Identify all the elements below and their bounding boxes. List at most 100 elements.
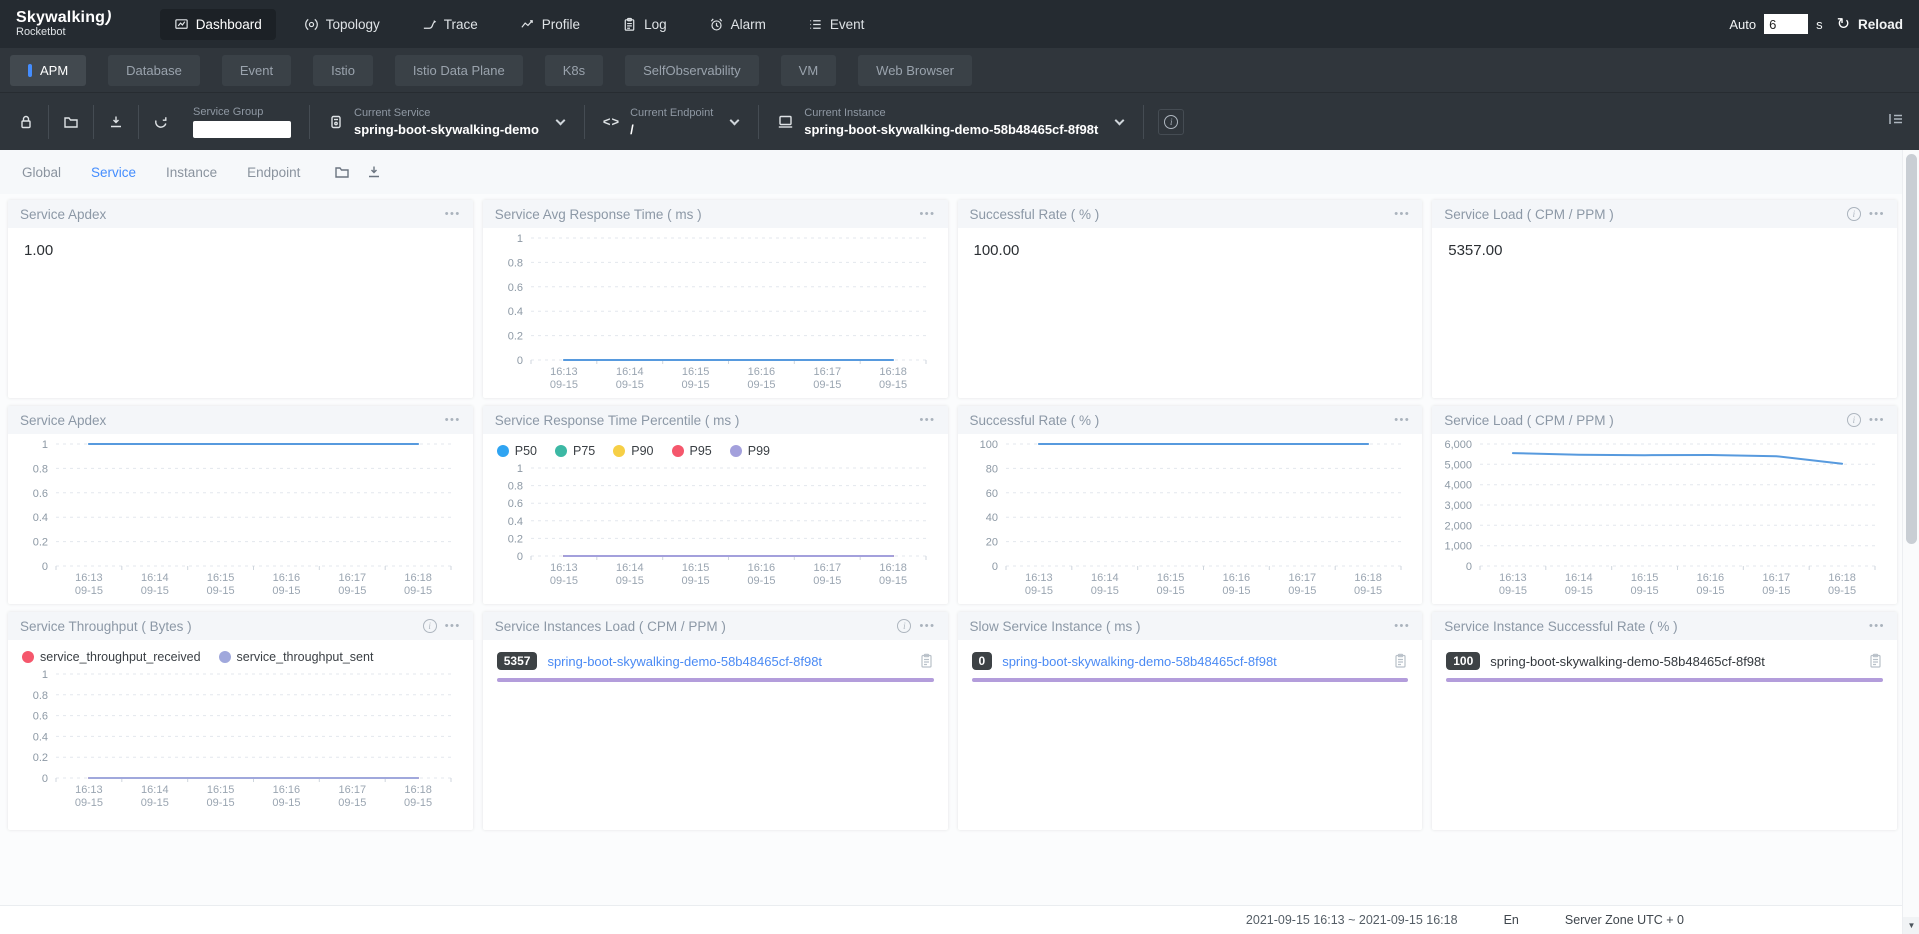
- more-icon[interactable]: •••: [919, 620, 935, 632]
- instance-name[interactable]: spring-boot-skywalking-demo-58b48465cf-8…: [1490, 654, 1858, 669]
- download-icon[interactable]: [366, 164, 382, 180]
- more-icon[interactable]: •••: [1394, 620, 1410, 632]
- subtab-web-browser[interactable]: Web Browser: [858, 55, 972, 86]
- instance-link[interactable]: spring-boot-skywalking-demo-58b48465cf-8…: [1002, 654, 1383, 669]
- svg-text:16:13: 16:13: [550, 366, 578, 378]
- instance-row: 0 spring-boot-skywalking-demo-58b48465cf…: [958, 640, 1423, 682]
- value-badge: 0: [972, 652, 993, 670]
- legend-dot: [219, 651, 231, 663]
- current-endpoint-value: /: [630, 122, 713, 137]
- lock-template-button[interactable]: [8, 107, 44, 137]
- service-group-selector[interactable]: Service Group: [179, 106, 305, 138]
- svg-text:16:14: 16:14: [616, 366, 644, 378]
- card-title: Service Load ( CPM / PPM ): [1444, 207, 1847, 222]
- more-icon[interactable]: •••: [919, 414, 935, 426]
- current-instance-selector[interactable]: Current Instance spring-boot-skywalking-…: [763, 107, 1139, 137]
- auto-interval-input[interactable]: [1764, 14, 1808, 34]
- subtab-istio-data-plane[interactable]: Istio Data Plane: [395, 55, 523, 86]
- subtab-database[interactable]: Database: [108, 55, 200, 86]
- toolbar-info-button[interactable]: i: [1158, 109, 1184, 135]
- svg-text:09-15: 09-15: [141, 797, 169, 809]
- nav-item-log[interactable]: Log: [608, 9, 681, 40]
- nav-item-profile[interactable]: Profile: [506, 9, 594, 40]
- copy-button[interactable]: [1393, 653, 1408, 669]
- folder-icon: [63, 114, 79, 130]
- reload-button[interactable]: Reload: [1858, 17, 1903, 32]
- tab-instance[interactable]: Instance: [166, 165, 217, 180]
- card-service-instances-load: Service Instances Load ( CPM / PPM ) i •…: [483, 612, 948, 830]
- current-endpoint-selector[interactable]: <> Current Endpoint /: [589, 107, 754, 137]
- more-icon[interactable]: •••: [445, 620, 461, 632]
- nav-item-dashboard[interactable]: Dashboard: [160, 9, 276, 40]
- svg-text:5,000: 5,000: [1445, 459, 1473, 471]
- more-icon[interactable]: •••: [1394, 208, 1410, 220]
- legend-item-p99[interactable]: P99: [730, 444, 770, 458]
- more-icon[interactable]: •••: [445, 208, 461, 220]
- legend-item-p50[interactable]: P50: [497, 444, 537, 458]
- language-toggle[interactable]: En: [1504, 913, 1519, 927]
- collapse-panel-button[interactable]: [1887, 111, 1905, 132]
- more-icon[interactable]: •••: [1869, 414, 1885, 426]
- info-icon[interactable]: i: [897, 619, 911, 633]
- info-icon: i: [1164, 115, 1178, 129]
- svg-text:16:18: 16:18: [404, 784, 432, 796]
- svg-text:16:18: 16:18: [879, 366, 907, 378]
- copy-button[interactable]: [1868, 653, 1883, 669]
- card-successful-rate-trend: Successful Rate ( % ) ••• 02040608010016…: [958, 406, 1423, 604]
- time-range[interactable]: 2021-09-15 16:13 ~ 2021-09-15 16:18: [1246, 913, 1458, 927]
- subtab-selfobservability[interactable]: SelfObservability: [625, 55, 759, 86]
- svg-text:09-15: 09-15: [1762, 585, 1790, 597]
- nav-item-trace[interactable]: Trace: [408, 9, 492, 40]
- nav-item-alarm[interactable]: Alarm: [695, 9, 780, 40]
- subtab-k8s[interactable]: K8s: [545, 55, 603, 86]
- instance-link[interactable]: spring-boot-skywalking-demo-58b48465cf-8…: [547, 654, 908, 669]
- tab-global[interactable]: Global: [22, 165, 61, 180]
- svg-text:09-15: 09-15: [813, 379, 841, 391]
- legend-item-received[interactable]: service_throughput_received: [22, 650, 201, 664]
- more-icon[interactable]: •••: [1869, 620, 1885, 632]
- subtab-apm[interactable]: APM: [10, 55, 86, 86]
- svg-text:0.6: 0.6: [507, 282, 522, 294]
- more-icon[interactable]: •••: [1394, 414, 1410, 426]
- more-icon[interactable]: •••: [1869, 208, 1885, 220]
- legend-item-p90[interactable]: P90: [613, 444, 653, 458]
- legend-dot: [613, 445, 625, 457]
- info-icon[interactable]: i: [1847, 207, 1861, 221]
- svg-text:09-15: 09-15: [1499, 585, 1527, 597]
- svg-text:09-15: 09-15: [1222, 585, 1250, 597]
- subtab-vm[interactable]: VM: [781, 55, 837, 86]
- scrollbar-down-arrow[interactable]: ▼: [1903, 917, 1919, 934]
- legend-dot: [555, 445, 567, 457]
- tab-service[interactable]: Service: [91, 165, 136, 180]
- subtab-istio[interactable]: Istio: [313, 55, 373, 86]
- subtab-event[interactable]: Event: [222, 55, 291, 86]
- info-icon[interactable]: i: [423, 619, 437, 633]
- svg-text:0: 0: [517, 551, 523, 563]
- alarm-icon: [709, 17, 724, 32]
- svg-text:60: 60: [985, 488, 997, 500]
- reload-icon[interactable]: ↻: [1837, 14, 1850, 34]
- svg-text:16:17: 16:17: [813, 366, 841, 378]
- service-group-input[interactable]: [193, 121, 291, 138]
- more-icon[interactable]: •••: [445, 414, 461, 426]
- service-group-label: Service Group: [193, 106, 291, 118]
- more-icon[interactable]: •••: [919, 208, 935, 220]
- card-instance-successful-rate: Service Instance Successful Rate ( % ) •…: [1432, 612, 1897, 830]
- tab-endpoint[interactable]: Endpoint: [247, 165, 300, 180]
- refresh-templates-button[interactable]: [143, 107, 179, 137]
- nav-item-event[interactable]: Event: [794, 9, 879, 40]
- export-template-button[interactable]: [98, 107, 134, 137]
- timezone-setting[interactable]: Server Zone UTC + 0: [1565, 913, 1684, 927]
- nav-item-topology[interactable]: Topology: [290, 9, 394, 40]
- legend-item-sent[interactable]: service_throughput_sent: [219, 650, 374, 664]
- info-icon[interactable]: i: [1847, 413, 1861, 427]
- legend-dot: [730, 445, 742, 457]
- scrollbar-thumb[interactable]: [1906, 154, 1917, 544]
- legend-item-p95[interactable]: P95: [672, 444, 712, 458]
- import-template-button[interactable]: [53, 107, 89, 137]
- copy-button[interactable]: [919, 653, 934, 669]
- svg-text:0.4: 0.4: [507, 516, 522, 528]
- folder-icon[interactable]: [334, 164, 350, 180]
- legend-item-p75[interactable]: P75: [555, 444, 595, 458]
- current-service-selector[interactable]: Current Service spring-boot-skywalking-d…: [314, 107, 580, 137]
